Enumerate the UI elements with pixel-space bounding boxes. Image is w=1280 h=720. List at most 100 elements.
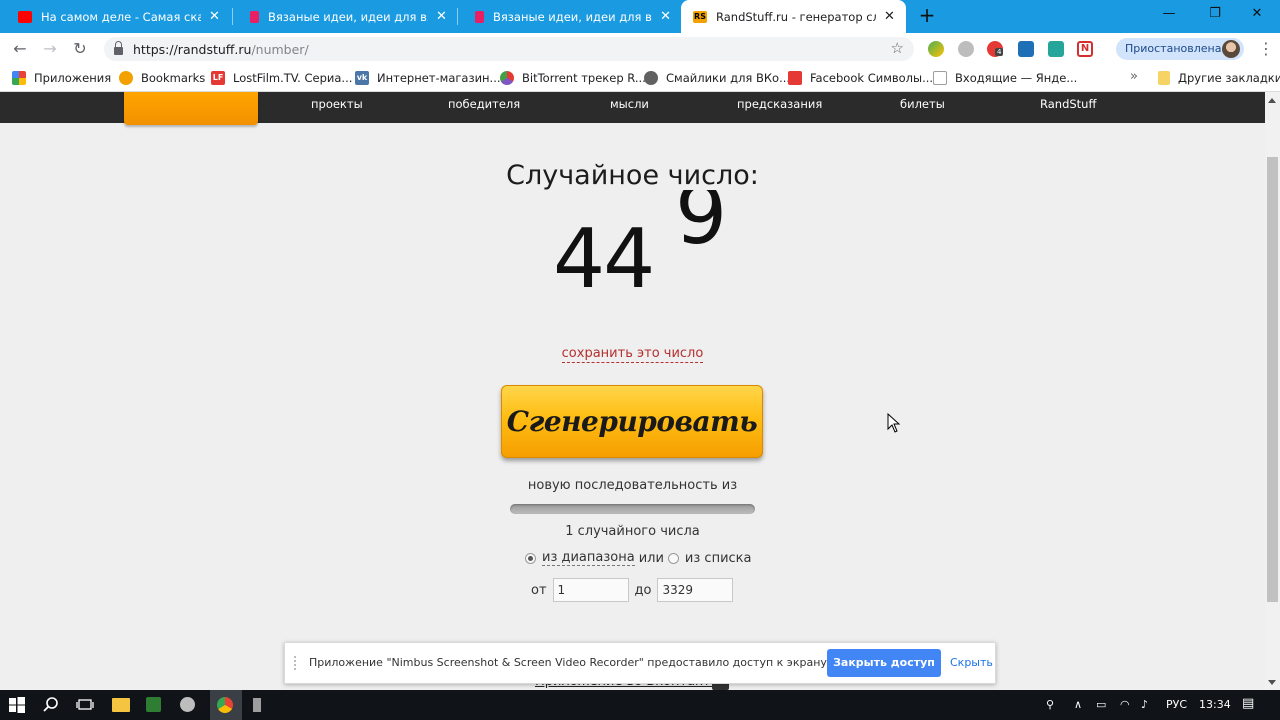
bookmark-label: Bookmarks (141, 71, 206, 85)
count-label: 1 случайного числа (565, 524, 700, 539)
task-view-icon[interactable] (76, 696, 94, 714)
new-tab-button[interactable]: + (916, 4, 938, 28)
extension-screenshot-icon[interactable] (1048, 41, 1064, 57)
drag-handle-icon[interactable] (294, 656, 299, 670)
scroll-down-icon[interactable] (1268, 680, 1276, 685)
tab-title: RandStuff.ru - генератор случайных (716, 9, 876, 24)
page-title: Случайное число: (506, 160, 759, 191)
hide-button[interactable]: Скрыть (950, 656, 993, 669)
radio-list[interactable] (667, 552, 679, 564)
chrome-icon[interactable] (217, 697, 233, 713)
spreadsheet-app-icon[interactable] (146, 697, 161, 712)
tab-youtube[interactable]: На самом деле - Самая скандальная ✕ (0, 0, 232, 33)
address-bar[interactable]: https://randstuff.ru /number/ ☆ (104, 37, 914, 61)
bookmark-bookmarks[interactable]: Bookmarks (119, 71, 205, 85)
from-input[interactable] (552, 578, 629, 602)
volume-icon[interactable]: ♪ (1141, 698, 1148, 711)
number-digits: 44 (553, 212, 655, 307)
folder-icon (1158, 71, 1170, 85)
mail-icon (933, 71, 947, 85)
save-number-link[interactable]: сохранить это число (561, 346, 704, 363)
bookmark-label: Интернет-магазин... (377, 71, 501, 85)
bookmark-bittorrent[interactable]: BitTorrent трекер R... (500, 71, 646, 85)
battery-icon[interactable]: ▭ (1096, 698, 1106, 711)
number-rolling-digit: 9 (675, 190, 728, 263)
tray-expand-icon[interactable]: ∧ (1074, 698, 1082, 711)
bookmark-smileys[interactable]: Смайлики для ВКо... (644, 71, 790, 85)
restore-icon[interactable]: ❐ (1192, 0, 1238, 28)
nav-thoughts[interactable]: мысли (610, 97, 649, 111)
tab-knitting-2[interactable]: Вязаные идеи, идеи для вязания ✕ (457, 0, 681, 33)
clock[interactable]: 13:34 (1199, 698, 1231, 711)
nav-tickets[interactable]: билеты (900, 97, 945, 111)
wifi-icon[interactable]: ◠ (1120, 698, 1130, 711)
tab-knitting-1[interactable]: Вязаные идеи, идеи для вязания ✕ (232, 0, 457, 33)
close-window-icon[interactable]: ✕ (1234, 0, 1280, 28)
bookmark-star-icon[interactable]: ☆ (891, 39, 904, 57)
minimize-icon[interactable]: — (1146, 0, 1192, 28)
scroll-up-icon[interactable] (1268, 98, 1276, 103)
reload-icon[interactable]: ↻ (69, 38, 91, 60)
to-input[interactable] (657, 578, 734, 602)
scroll-thumb[interactable] (1267, 157, 1278, 602)
bookmark-icon (475, 10, 484, 23)
extension-n-icon[interactable]: N (1077, 41, 1093, 57)
extension-lock-icon[interactable] (1018, 41, 1034, 57)
bookmarks-overflow-icon[interactable]: » (1130, 69, 1138, 84)
people-icon[interactable]: ⚲ (1046, 698, 1054, 711)
notifications-icon[interactable]: ▤ (1242, 696, 1254, 711)
page-viewport: проекты победителя мысли предсказания би… (0, 92, 1265, 690)
bookmark-label: LostFilm.TV. Сериа... (233, 71, 353, 85)
mode-or-label: или (638, 550, 664, 566)
vk-icon: vk (355, 71, 369, 85)
radio-range[interactable] (525, 552, 536, 564)
stop-sharing-button[interactable]: Закрыть доступ (827, 649, 941, 677)
input-language[interactable]: РУС (1166, 698, 1187, 711)
avatar (1222, 40, 1240, 58)
search-icon[interactable] (42, 696, 60, 714)
bookmark-yandex-mail[interactable]: Входящие — Янде... (933, 71, 1077, 85)
bookmark-star-folder-icon (119, 71, 133, 85)
back-icon[interactable]: ← (9, 38, 31, 60)
close-icon[interactable]: ✕ (209, 9, 220, 24)
close-icon[interactable]: ✕ (884, 9, 895, 24)
bookmark-other[interactable]: Другие закладки (1158, 71, 1280, 85)
bookmark-label: Входящие — Янде... (955, 71, 1078, 85)
profile-button[interactable]: Приостановлена (1116, 38, 1244, 60)
menu-icon[interactable]: ⋮ (1258, 38, 1274, 60)
nav-projects[interactable]: проекты (311, 97, 363, 111)
url-host: https://randstuff.ru (133, 41, 252, 57)
tab-randstuff[interactable]: RS RandStuff.ru - генератор случайных ✕ (681, 0, 906, 33)
nav-active-tab[interactable] (124, 92, 258, 125)
bookmark-facebook-symbols[interactable]: Facebook Символы... (788, 71, 933, 85)
generate-button[interactable]: Сгенерировать (501, 385, 763, 458)
page-scrollbar[interactable] (1265, 92, 1280, 690)
forward-icon[interactable]: → (39, 38, 61, 60)
close-icon[interactable]: ✕ (436, 9, 447, 24)
url-path: /number/ (251, 41, 309, 57)
close-icon[interactable]: ✕ (660, 9, 671, 24)
nav-predictions[interactable]: предсказания (737, 97, 822, 111)
mouse-cursor-icon (887, 413, 901, 433)
extension-drive-icon[interactable] (928, 41, 944, 57)
bookmarks-bar: Приложения Bookmarks LF LostFilm.TV. Сер… (0, 65, 1280, 92)
mode-range-label[interactable]: из диапазона (542, 550, 635, 566)
youtube-icon (18, 10, 32, 23)
notification-text: Приложение "Nimbus Screenshot & Screen V… (309, 656, 880, 669)
nav-randstuff[interactable]: RandStuff (1040, 97, 1096, 111)
recorder-app-icon[interactable] (253, 698, 261, 712)
windows-start-icon[interactable] (8, 696, 26, 714)
tab-title: На самом деле - Самая скандальная (41, 9, 201, 24)
nav-winner[interactable]: победителя (448, 97, 520, 111)
count-slider[interactable] (510, 504, 755, 514)
file-explorer-icon[interactable] (112, 698, 130, 712)
app-icon[interactable] (180, 697, 195, 712)
gear-icon (644, 71, 658, 85)
mode-list-label[interactable]: из списка (685, 551, 752, 566)
bookmark-label: Смайлики для ВКо... (666, 71, 791, 85)
bookmark-apps[interactable]: Приложения (12, 71, 111, 85)
bookmark-vk-shop[interactable]: vk Интернет-магазин... (355, 71, 501, 85)
extension-adblock-icon[interactable]: 4 (987, 41, 1004, 57)
bookmark-lostfilm[interactable]: LF LostFilm.TV. Сериа... (211, 71, 352, 85)
extension-circle-icon[interactable] (958, 41, 974, 57)
